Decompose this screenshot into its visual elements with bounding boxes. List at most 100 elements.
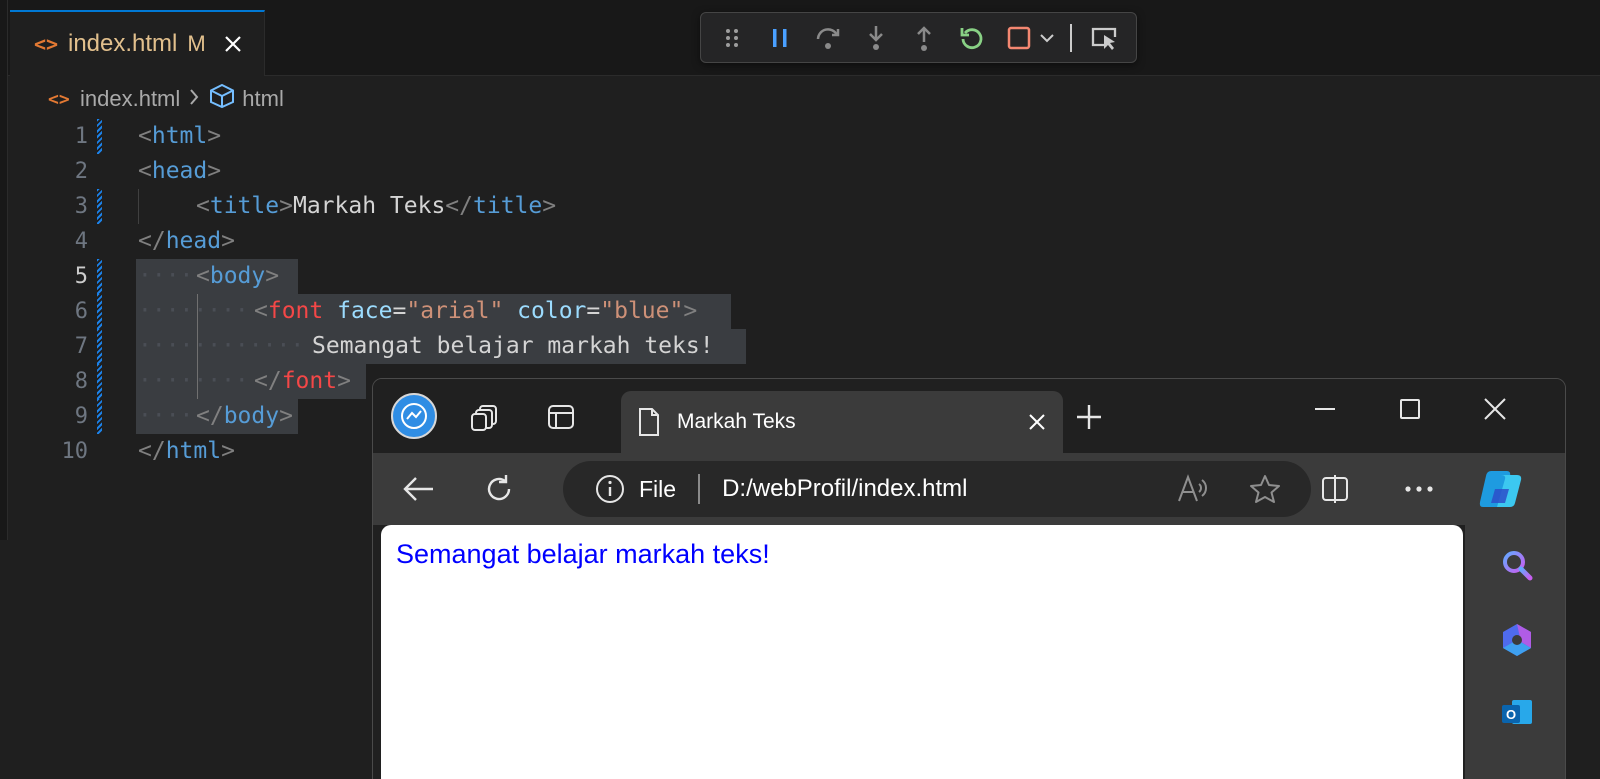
line-number: 10: [61, 439, 89, 464]
token: color: [517, 298, 587, 324]
debug-toolbar: [700, 12, 1137, 63]
git-change-indicator: [97, 119, 102, 154]
git-change-indicator: [97, 189, 102, 224]
token: "blue": [600, 298, 684, 324]
refresh-icon[interactable]: [483, 473, 515, 505]
copilot-icon[interactable]: [1477, 467, 1525, 511]
step-over-icon[interactable]: [813, 22, 844, 54]
token: >: [279, 193, 293, 219]
svg-text:O: O: [1506, 707, 1516, 722]
token: <: [254, 298, 268, 324]
token: </: [138, 228, 166, 254]
drag-handle-icon[interactable]: [717, 22, 748, 54]
close-icon[interactable]: [1027, 412, 1047, 432]
outlook-icon[interactable]: O: [1497, 693, 1537, 733]
token: <: [138, 123, 152, 149]
browser-tab-markah-teks[interactable]: Markah Teks: [621, 391, 1063, 453]
whitespace-marker: ····: [138, 403, 194, 429]
html-file-icon: <>: [48, 88, 70, 110]
whitespace-marker: ········: [138, 298, 249, 324]
close-icon[interactable]: [222, 33, 244, 55]
line-number: 5: [74, 264, 88, 289]
breadcrumb: <> index.html html: [48, 83, 284, 114]
breadcrumb-symbol[interactable]: html: [242, 86, 284, 112]
token: >: [207, 123, 222, 149]
microsoft-365-icon[interactable]: [1497, 620, 1537, 660]
token: </: [138, 438, 166, 464]
token: >: [221, 228, 235, 254]
modified-badge: M: [187, 31, 206, 56]
token: head: [165, 228, 222, 254]
step-into-icon[interactable]: [861, 22, 892, 54]
token: >: [542, 193, 557, 219]
tab-actions-icon[interactable]: [545, 401, 577, 433]
read-aloud-icon[interactable]: [1177, 474, 1209, 504]
line-number: 6: [74, 299, 88, 324]
whitespace-marker: ····: [138, 263, 194, 289]
url-text[interactable]: D:/webProfil/index.html: [722, 475, 1177, 503]
restart-icon[interactable]: [956, 22, 987, 54]
token: title: [209, 193, 280, 219]
step-out-icon[interactable]: [908, 22, 939, 54]
whitespace-marker: ········: [138, 368, 249, 394]
back-arrow-icon[interactable]: [403, 473, 435, 505]
favorite-star-icon[interactable]: [1249, 474, 1281, 504]
token: >: [683, 298, 698, 324]
token: body: [223, 403, 280, 429]
stop-icon[interactable]: [1004, 22, 1035, 54]
address-bar[interactable]: File D:/webProfil/index.html: [563, 461, 1311, 517]
chevron-down-icon[interactable]: [1037, 22, 1056, 54]
tab-label: index.html: [68, 30, 178, 57]
token: <: [138, 158, 152, 184]
git-change-indicator: [97, 329, 102, 364]
line-number: 3: [74, 194, 88, 219]
code-line: 2 <head>: [0, 154, 1600, 189]
chevron-right-icon: [188, 86, 200, 112]
token: font: [267, 298, 324, 324]
code-line: 1 <html>: [0, 119, 1600, 154]
workspaces-icon[interactable]: [469, 401, 501, 433]
tab-title: Markah Teks: [677, 410, 796, 433]
token: html: [165, 438, 222, 464]
code-line: 7 ············ Semangat belajar markah t…: [0, 329, 1600, 364]
token: head: [151, 158, 208, 184]
browser-sidebar: O: [1465, 525, 1565, 779]
token: >: [207, 158, 222, 184]
token: </: [445, 193, 473, 219]
new-tab-icon[interactable]: [1073, 401, 1105, 433]
editor-tab-index-html[interactable]: <> index.html M: [10, 10, 265, 76]
browser-tab-strip: Markah Teks: [373, 379, 1565, 453]
code-line: 5 ···· <body>: [0, 259, 1600, 294]
token: font: [281, 368, 338, 394]
token: html: [151, 123, 208, 149]
page-content-text: Semangat belajar markah teks!: [396, 539, 770, 569]
more-options-icon[interactable]: [1403, 473, 1435, 505]
code-line: 6 ········ <font face="arial" color="blu…: [0, 294, 1600, 329]
close-window-icon[interactable]: [1479, 393, 1511, 425]
token: title: [473, 193, 543, 219]
info-icon[interactable]: [595, 474, 625, 504]
token: body: [209, 263, 266, 289]
inspect-icon[interactable]: [1088, 22, 1119, 54]
code-line: 3 <title>Markah Teks</title>: [0, 189, 1600, 224]
pause-icon[interactable]: [765, 22, 796, 54]
token: =: [392, 298, 407, 324]
line-number: 4: [74, 229, 88, 254]
line-number: 8: [74, 369, 88, 394]
git-change-indicator: [97, 294, 102, 329]
breadcrumb-file[interactable]: index.html: [80, 86, 180, 112]
search-icon[interactable]: [1497, 545, 1537, 585]
token: </: [196, 403, 224, 429]
token: =: [586, 298, 601, 324]
site-info-label[interactable]: File: [639, 476, 676, 503]
minimize-icon[interactable]: [1309, 393, 1341, 425]
whitespace-marker: ············: [138, 333, 305, 359]
split-screen-icon[interactable]: [1319, 473, 1351, 505]
page-viewport: Semangat belajar markah teks!: [381, 525, 1463, 779]
token: >: [265, 263, 280, 289]
maximize-icon[interactable]: [1394, 393, 1426, 425]
code-line: 4 </head>: [0, 224, 1600, 259]
profile-avatar-icon[interactable]: [391, 393, 437, 439]
toolbar-separator: [1070, 23, 1073, 52]
